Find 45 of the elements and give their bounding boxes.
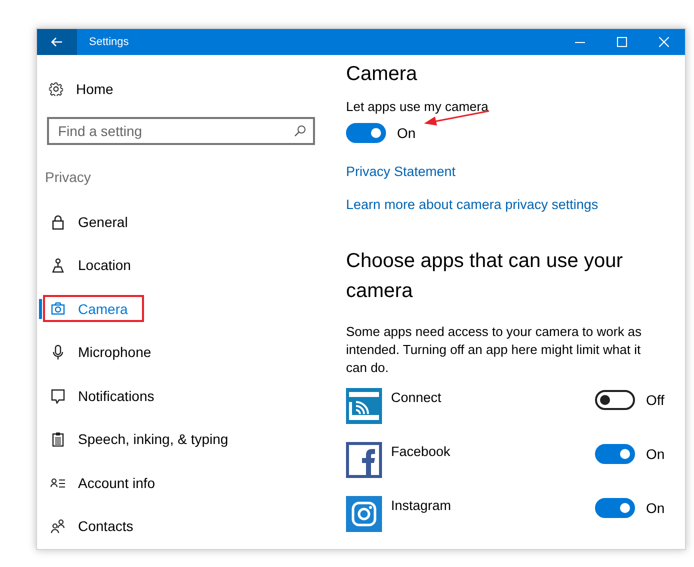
instagram-camera-icon <box>346 496 382 532</box>
wireless-display-icon <box>346 388 382 424</box>
contacts-icon <box>50 518 66 534</box>
toggle-state-label: Off <box>646 392 664 408</box>
app-name: Connect <box>391 390 442 405</box>
nav-item[interactable]: Location <box>48 252 136 278</box>
back-arrow-icon <box>51 37 63 47</box>
nav-item[interactable]: Camera <box>48 296 133 322</box>
maximize-icon <box>617 37 627 47</box>
toggle-switch[interactable] <box>595 390 635 410</box>
back-button[interactable] <box>37 29 77 55</box>
search-field[interactable]: Find a setting <box>47 117 315 145</box>
microphone-icon <box>50 344 66 360</box>
gear-icon <box>49 82 63 96</box>
app-name: Facebook <box>391 444 452 459</box>
description-text: Some apps need access to your camera to work as intended. Turning off an app here might limit what it can do. <box>346 323 643 377</box>
page-title: Camera <box>346 62 418 87</box>
section-heading: Privacy <box>45 169 92 185</box>
toggle-switch[interactable] <box>595 498 635 518</box>
nav-item[interactable]: Notifications <box>48 382 160 409</box>
clipboard-icon <box>50 431 66 448</box>
search-icon <box>294 125 306 137</box>
lock-icon <box>50 214 66 230</box>
section-title: Choose apps that can use your camera <box>346 249 624 304</box>
learn-more-link[interactable]: Learn more about camera privacy settings <box>346 197 665 212</box>
speech-bubble-icon <box>50 388 66 404</box>
toggle-state-label: On <box>646 446 665 462</box>
nav-item[interactable]: Contacts <box>48 513 138 540</box>
location-icon <box>50 257 66 274</box>
close-icon <box>659 37 669 47</box>
toggle-switch[interactable] <box>346 123 386 143</box>
home-link[interactable]: Home <box>76 81 114 97</box>
setting-label: Let apps use my camera <box>346 99 490 114</box>
nav-item[interactable]: General <box>48 208 133 235</box>
camera-icon <box>50 300 66 317</box>
nav-item[interactable]: Account info <box>48 470 160 496</box>
window-title: Settings <box>89 36 130 48</box>
toggle-state-label: On <box>397 125 416 141</box>
toggle-switch[interactable] <box>595 444 635 464</box>
toggle-state-label: On <box>646 500 665 516</box>
nav-item[interactable]: Speech, inking, & typing <box>48 426 234 452</box>
app-name: Instagram <box>391 498 452 513</box>
privacy-statement-link[interactable]: Privacy Statement <box>346 164 665 179</box>
nav-item[interactable]: Microphone <box>48 339 156 366</box>
facebook-f-icon <box>346 442 382 478</box>
